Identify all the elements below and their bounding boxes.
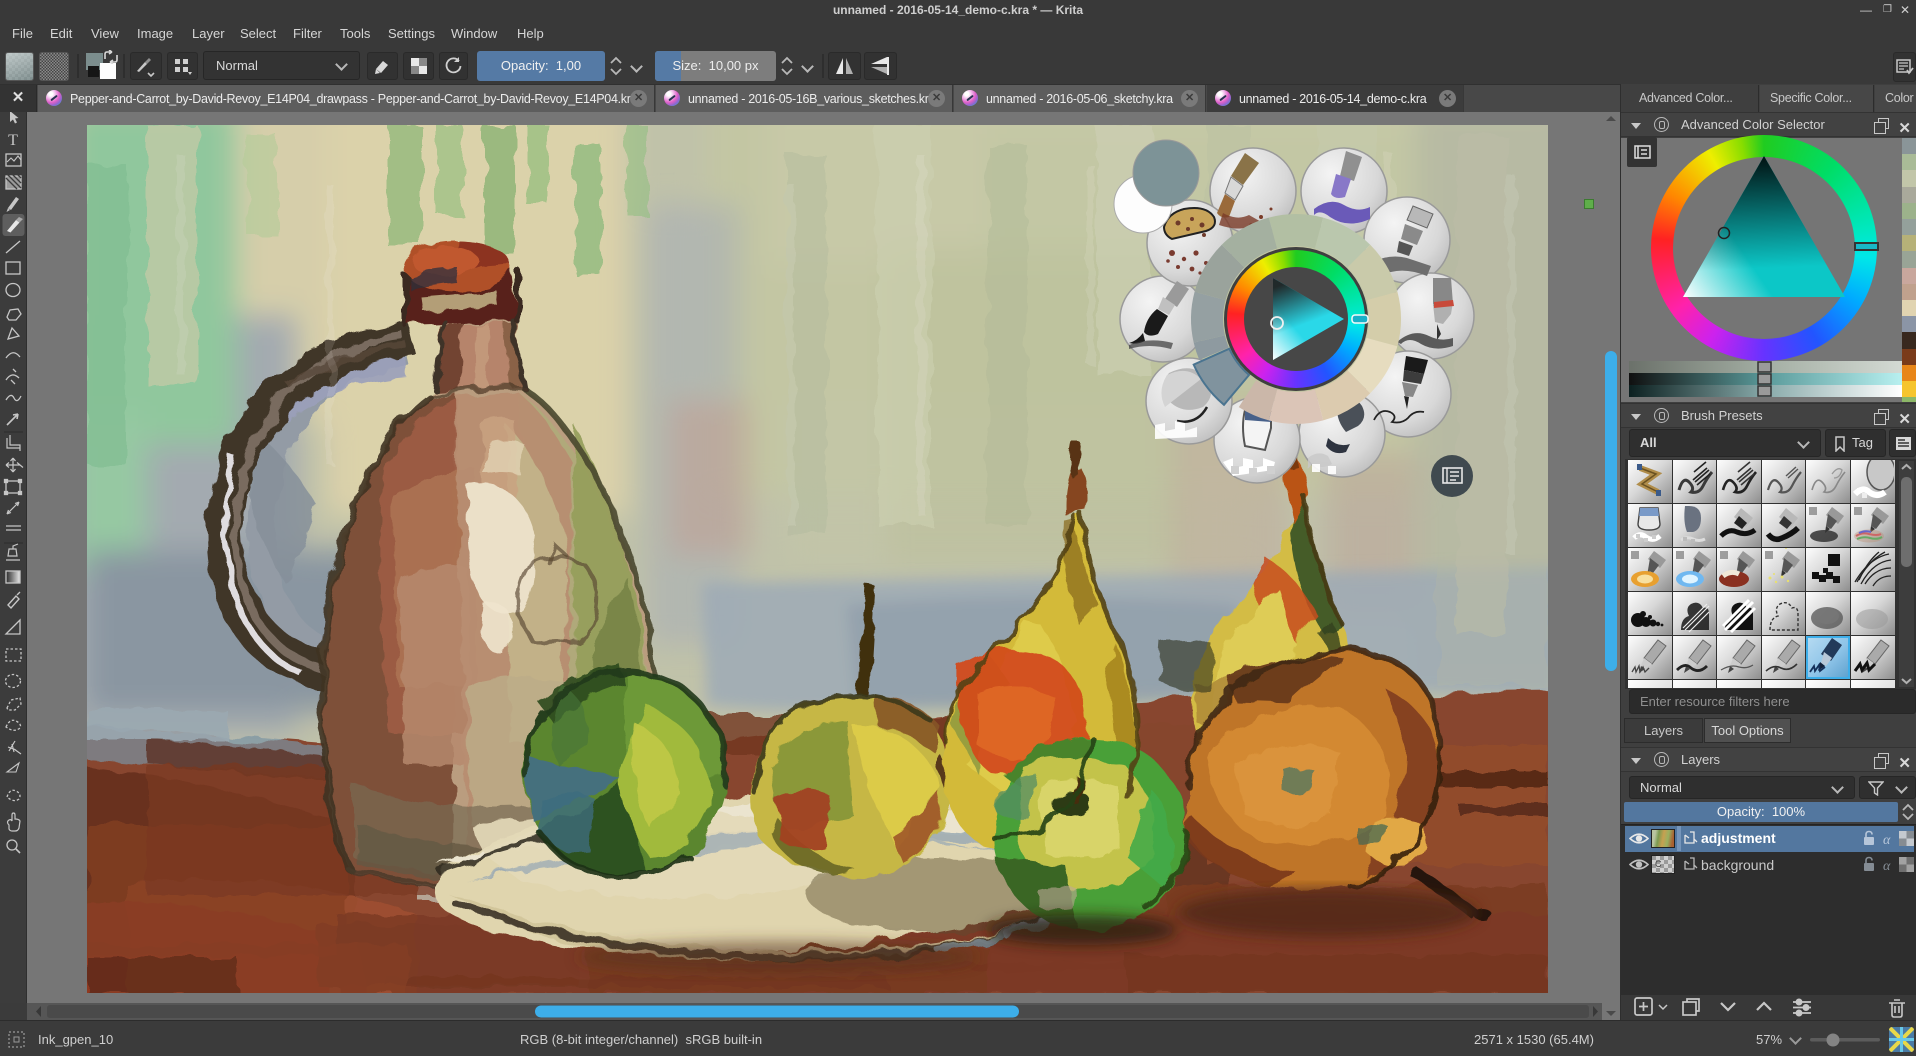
svg-text:α: α: [1883, 859, 1891, 874]
svg-text:T: T: [8, 132, 18, 149]
svg-text:α: α: [1883, 833, 1891, 848]
